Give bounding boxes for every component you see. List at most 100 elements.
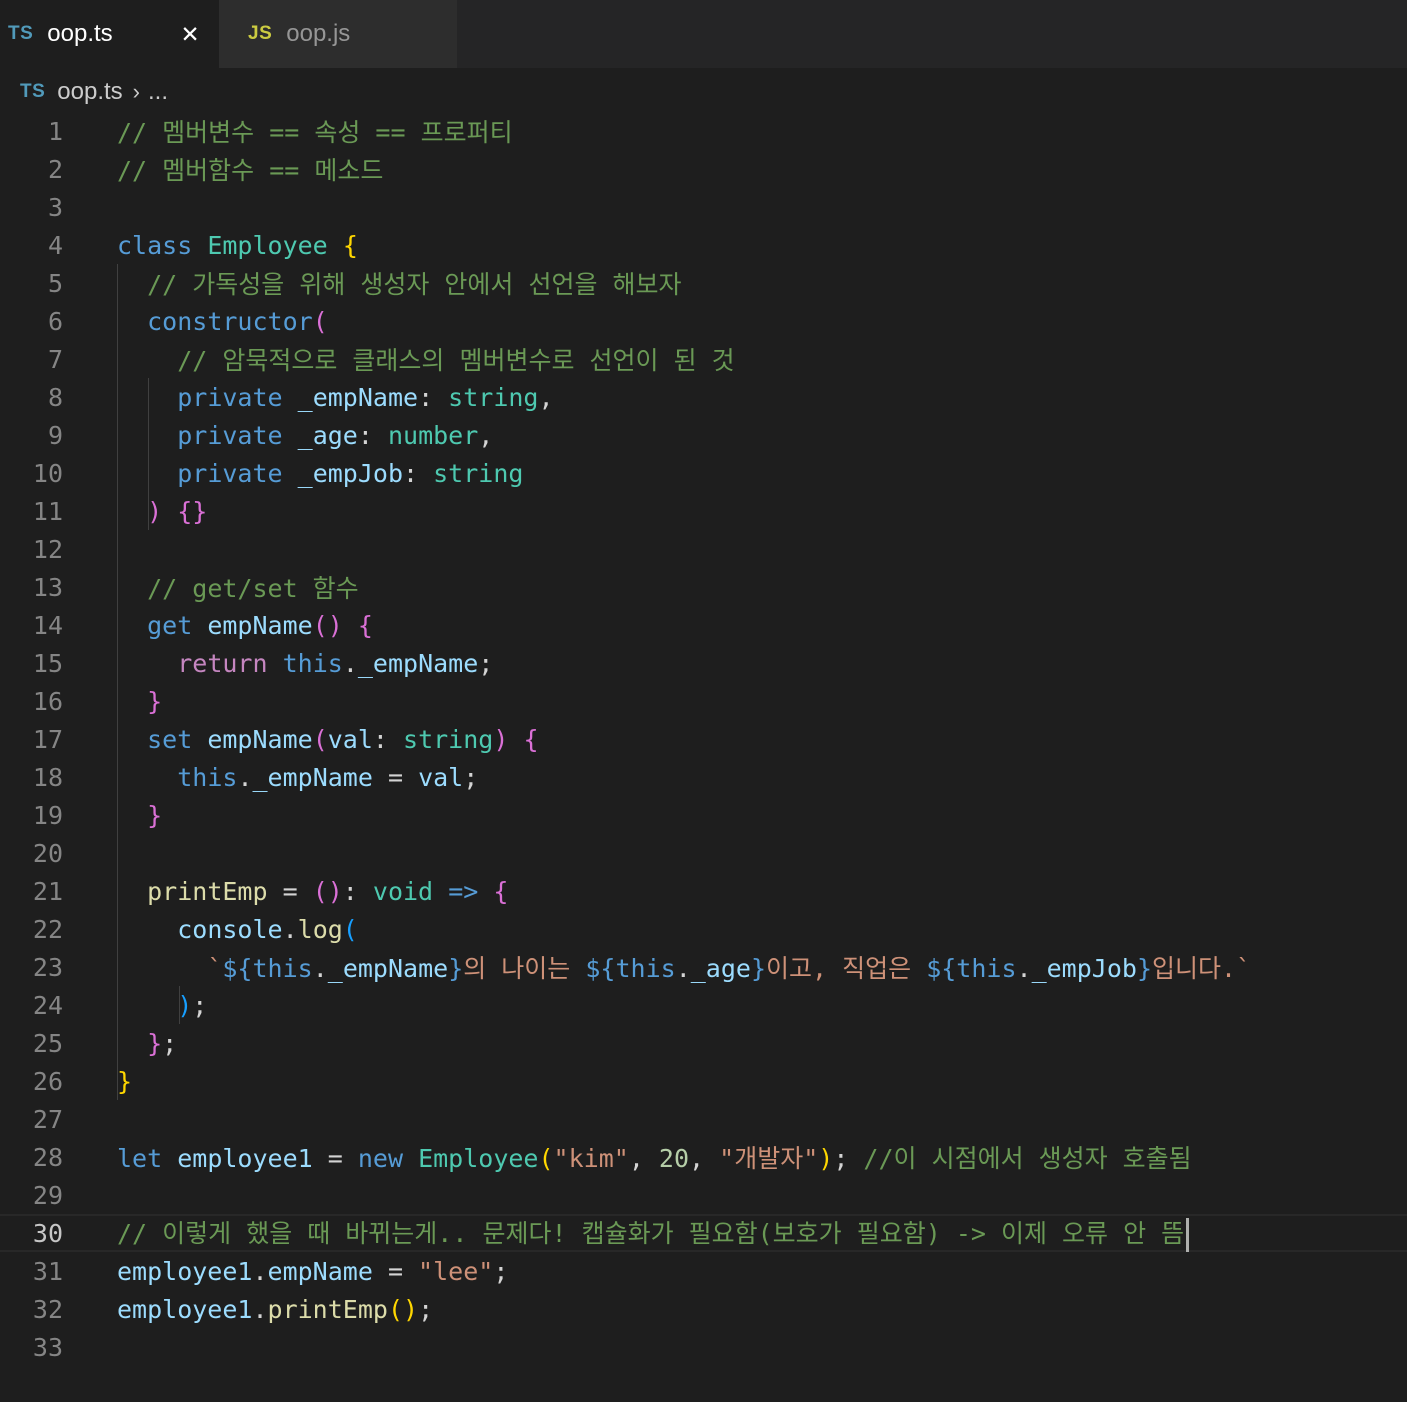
code-line[interactable]: 4 class Employee {	[0, 226, 1407, 264]
code-token: "lee"	[418, 1256, 494, 1286]
code-line[interactable]: 25 };	[0, 1024, 1407, 1062]
code-token: .	[312, 954, 328, 983]
code-line[interactable]: 14 get empName() {	[0, 606, 1407, 644]
code-token: (	[312, 724, 328, 754]
line-number: 18	[32, 762, 63, 792]
code-token: `	[207, 954, 223, 983]
code-line[interactable]: 32 employee1.printEmp();	[0, 1290, 1407, 1328]
code-line[interactable]: 28 let employee1 = new Employee("kim", 20…	[0, 1138, 1407, 1176]
code-token: }	[1136, 954, 1152, 983]
code-token: this	[177, 762, 238, 792]
code-line[interactable]: 29	[0, 1176, 1407, 1214]
code-line[interactable]: 11 ) {}	[0, 492, 1407, 530]
code-token: private	[177, 420, 283, 450]
code-text: // 암묵적으로 클래스의 멤버변수로 선언이 된 것	[117, 341, 734, 377]
code-line[interactable]: 3	[0, 188, 1407, 226]
code-token: let	[117, 1144, 163, 1173]
code-line[interactable]: 19 }	[0, 796, 1407, 834]
line-number: 14	[32, 610, 63, 640]
code-token: ;	[493, 1256, 509, 1286]
code-token: .	[252, 1256, 268, 1286]
code-line[interactable]: 17 set empName(val: string) {	[0, 720, 1407, 758]
code-line[interactable]: 10 private _empJob: string	[0, 454, 1407, 492]
code-token: =	[267, 876, 313, 906]
code-token: 이고, 직업은	[766, 954, 927, 983]
code-editor[interactable]: 1 // 멤버변수 == 속성 == 프로퍼티 2 // 멤버함수 == 메소드 3 4 c…	[0, 112, 1407, 1402]
code-token: "kim"	[553, 1144, 629, 1173]
code-line[interactable]: 1 // 멤버변수 == 속성 == 프로퍼티	[0, 112, 1407, 150]
code-line[interactable]: 30 // 이렇게 했을 때 바뀌는게.. 문제다! 캡슐화가 필요함(보호가 필…	[0, 1214, 1407, 1252]
line-number: 28	[32, 1142, 63, 1172]
line-number: 16	[32, 686, 63, 716]
code-token: empName	[207, 724, 313, 754]
code-token: {	[493, 876, 509, 906]
code-line[interactable]: 21 printEmp = (): void => {	[0, 872, 1407, 910]
code-token: ;	[478, 648, 494, 678]
code-token: .	[675, 954, 691, 983]
code-line[interactable]: 2 // 멤버함수 == 메소드	[0, 150, 1407, 188]
code-line[interactable]: 26}	[0, 1062, 1407, 1100]
tab-oop-js[interactable]: JS oop.js	[219, 0, 457, 68]
typescript-file-icon: TS	[8, 23, 34, 44]
code-token: (	[538, 1144, 554, 1173]
code-line[interactable]: 27	[0, 1100, 1407, 1138]
chevron-right-icon: ›	[132, 79, 140, 104]
code-token: _empName	[357, 648, 479, 678]
code-text: class Employee {	[117, 231, 358, 260]
code-line[interactable]: 20	[0, 834, 1407, 872]
breadcrumb-file[interactable]: oop.ts	[57, 78, 122, 106]
code-text: // 이렇게 했을 때 바뀌는게.. 문제다! 캡슐화가 필요함(보호가 필요함…	[117, 1214, 1190, 1252]
close-tab-icon[interactable]: ✕	[178, 18, 202, 48]
code-line[interactable]: 9 private _age: number,	[0, 416, 1407, 454]
code-token: "개발자"	[719, 1144, 819, 1173]
code-token: return	[177, 648, 268, 678]
code-text: return this._empName;	[117, 649, 493, 678]
code-line[interactable]: 22 console.log(	[0, 910, 1407, 948]
code-token: ,	[628, 1144, 659, 1173]
code-token: _age	[297, 420, 358, 450]
indent-guide	[148, 378, 149, 530]
code-token: this	[252, 954, 313, 983]
line-number: 1	[47, 116, 63, 146]
code-line[interactable]: 33	[0, 1328, 1407, 1366]
code-line[interactable]: 18 this._empName = val;	[0, 758, 1407, 796]
code-line[interactable]: 12	[0, 530, 1407, 568]
code-token: // 멤버변수 == 속성 == 프로퍼티	[117, 118, 513, 147]
code-token: log	[297, 914, 343, 944]
code-line[interactable]: 7 // 암묵적으로 클래스의 멤버변수로 선언이 된 것	[0, 340, 1407, 378]
code-token: .	[342, 648, 358, 678]
line-number: 33	[32, 1332, 63, 1362]
line-number: 3	[47, 192, 63, 222]
code-line[interactable]: 8 private _empName: string,	[0, 378, 1407, 416]
code-line[interactable]: 15 return this._empName;	[0, 644, 1407, 682]
code-line[interactable]: 31 employee1.empName = "lee";	[0, 1252, 1407, 1290]
code-token: // get/set 함수	[147, 574, 359, 603]
code-token: =	[372, 1256, 419, 1286]
code-token: }	[750, 954, 767, 983]
code-line[interactable]: 24 );	[0, 986, 1407, 1024]
code-line[interactable]: 5 // 가독성을 위해 생성자 안에서 선언을 해보자	[0, 264, 1407, 302]
typescript-file-icon: TS	[20, 81, 46, 102]
code-line[interactable]: 23 `${this._empName}의 나이는 ${this._age}이고…	[0, 948, 1407, 986]
code-text: // 멤버변수 == 속성 == 프로퍼티	[117, 113, 513, 149]
code-token: :	[418, 382, 449, 412]
code-line[interactable]: 16 }	[0, 682, 1407, 720]
code-token: =>	[448, 876, 479, 906]
line-number: 4	[47, 230, 63, 260]
code-line[interactable]: 6 constructor(	[0, 302, 1407, 340]
breadcrumb-symbol[interactable]: ...	[148, 78, 168, 106]
code-line[interactable]: 13 // get/set 함수	[0, 568, 1407, 606]
line-number: 9	[47, 420, 63, 450]
code-token: printEmp	[267, 1294, 388, 1324]
line-number: 21	[32, 876, 63, 906]
line-number: 31	[32, 1256, 63, 1286]
